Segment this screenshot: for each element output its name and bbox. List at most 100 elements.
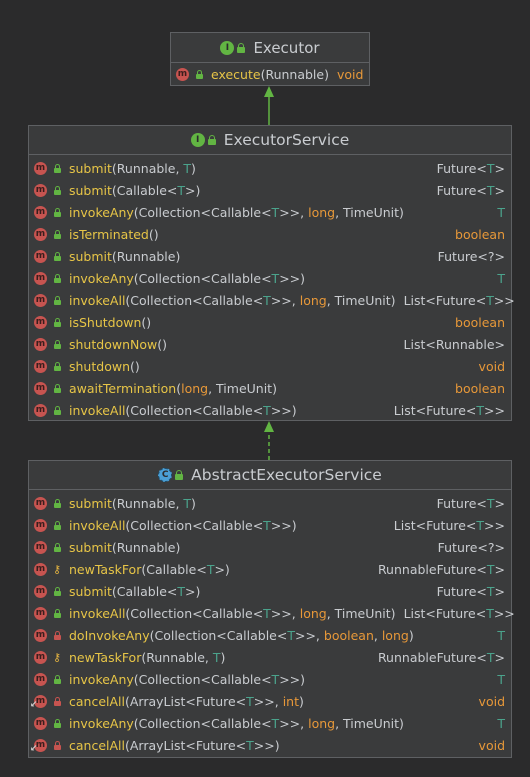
signature-part: >>, <box>279 715 309 731</box>
signature-part: >>, <box>294 627 324 643</box>
method-row[interactable]: m shutdown() void <box>29 355 511 377</box>
visibility-glyph <box>53 383 61 393</box>
method-signature: (Runnable, T) <box>112 161 196 176</box>
return-part: RunnableFuture< <box>377 649 487 665</box>
method-signature: (Callable<T>) <box>112 183 200 198</box>
method-row[interactable]: m submit (Callable<T>) Future<T> <box>29 179 511 201</box>
visibility-glyph <box>53 295 61 305</box>
return-part: T <box>497 270 505 286</box>
method-name: shutdown <box>69 358 130 374</box>
signature-part: T <box>263 402 271 418</box>
method-name: submit <box>69 583 112 599</box>
method-row[interactable]: m invokeAny (Collection<Callable<T>>, long… <box>29 201 511 223</box>
method-name: submit <box>69 248 112 264</box>
return-part: T <box>486 605 494 621</box>
signature-part: (Runnable) <box>260 66 329 82</box>
method-row[interactable]: m submit (Runnable) Future<?> <box>29 536 511 558</box>
method-signature: (Collection<Callable<T>>) <box>125 403 296 418</box>
method-row[interactable]: m isShutdown() boolean <box>29 311 511 333</box>
return-part: > <box>494 561 505 577</box>
method-row[interactable]: m invokeAll (Collection<Callable<T>>) List<… <box>29 514 511 536</box>
method-row[interactable]: m invokeAny (Collection<Callable<T>>) T <box>29 668 511 690</box>
method-return-type: boolean <box>455 380 505 396</box>
method-row[interactable]: m doInvokeAny (Collection<Callable<T>>, bo… <box>29 624 511 646</box>
method-icon: m <box>34 518 47 532</box>
method-name: awaitTermination <box>69 380 177 396</box>
visibility-glyph <box>53 317 61 327</box>
signature-part: T <box>263 292 271 308</box>
method-return-type: T <box>489 628 505 643</box>
method-name: cancelAll <box>69 737 125 753</box>
interface-icon: I <box>190 133 205 147</box>
interface-icon: I <box>220 40 235 55</box>
method-row[interactable]: m submit (Runnable, T) Future<T> <box>29 157 511 179</box>
executor-service-header: I ExecutorService <box>29 126 511 155</box>
method-signature: (Runnable) <box>112 249 180 264</box>
return-part: T <box>476 402 485 418</box>
method-row[interactable]: m submit (Runnable) Future<?> <box>29 245 511 267</box>
executor-title: Executor <box>253 38 320 57</box>
public-lock-icon <box>51 405 63 415</box>
public-lock-icon <box>51 185 63 195</box>
method-return-type: void <box>336 66 364 82</box>
method-row[interactable]: m ⚷ newTaskFor (Callable<T>) RunnableFuture<… <box>29 558 511 580</box>
signature-part: , <box>373 627 382 643</box>
method-row[interactable]: m ⚷ newTaskFor (Runnable, T) RunnableFuture<… <box>29 646 511 668</box>
signature-part: T <box>183 495 192 511</box>
signature-part: (ArrayList<Future< <box>125 737 247 753</box>
method-row[interactable]: m execute (Runnable) void <box>171 63 369 85</box>
return-part: > <box>494 182 505 198</box>
visibility-glyph <box>53 542 61 552</box>
method-row[interactable]: m cancelAll(ArrayList<Future<T>>) void <box>29 734 511 756</box>
signature-part: long <box>308 715 336 731</box>
signature-part: ) <box>191 495 196 511</box>
abstract-executor-service-class-box[interactable]: C AbstractExecutorService m submit (Runnab… <box>28 460 515 758</box>
executor-service-class-box[interactable]: I ExecutorService m submit (Runnable, T) Fu… <box>28 125 515 421</box>
method-name: invokeAny <box>69 671 134 687</box>
method-icon: m <box>34 496 47 510</box>
method-icon: m <box>34 315 47 329</box>
method-icon: m <box>34 271 47 285</box>
method-return-type: List<Future<T>> <box>396 606 515 621</box>
visibility-glyph: ⚷ <box>52 562 62 576</box>
public-lock-icon <box>51 273 63 283</box>
private-lock-icon <box>51 696 63 706</box>
method-row[interactable]: m invokeAll (Collection<Callable<T>>, long… <box>29 602 515 624</box>
method-row[interactable]: m shutdownNow() List<Runnable> <box>29 333 511 355</box>
return-part: Future<?> <box>437 539 505 555</box>
method-row[interactable]: m invokeAll (Collection<Callable<T>>, long… <box>29 289 515 311</box>
method-signature: () <box>149 227 159 242</box>
public-lock-icon <box>237 42 246 53</box>
return-part: T <box>486 561 495 577</box>
method-icon: m <box>34 205 47 219</box>
signature-part: (Collection<Callable< <box>125 402 264 418</box>
method-name: isShutdown <box>69 314 142 330</box>
method-icon: m <box>34 403 47 417</box>
method-signature: (long, TimeUnit) <box>176 381 277 396</box>
visibility-glyph <box>53 586 61 596</box>
method-name: submit <box>69 160 112 176</box>
method-row[interactable]: m submit (Callable<T>) Future<T> <box>29 580 511 602</box>
signature-part: (Collection<Callable< <box>125 605 264 621</box>
visibility-glyph <box>53 273 61 283</box>
visibility-glyph <box>53 163 61 173</box>
method-row[interactable]: m awaitTermination (long, TimeUnit) boolean <box>29 377 511 399</box>
method-row[interactable]: m invokeAny (Collection<Callable<T>>, long… <box>29 712 511 734</box>
signature-part: long <box>381 627 409 643</box>
method-name: invokeAll <box>69 402 126 418</box>
method-icon: m <box>34 628 47 642</box>
method-row[interactable]: m invokeAll (Collection<Callable<T>>) List<… <box>29 399 511 421</box>
executor-class-box[interactable]: I Executor m execute (Runnable) void <box>170 32 370 86</box>
signature-part: >>, <box>279 204 309 220</box>
signature-part: , TimeUnit) <box>335 204 404 220</box>
method-name: invokeAny <box>69 270 134 286</box>
method-signature: (Collection<Callable<T>>, long, TimeUnit… <box>134 716 404 731</box>
signature-part: T <box>246 693 254 709</box>
signature-part: long <box>181 380 209 396</box>
visibility-glyph <box>195 69 203 79</box>
visibility-glyph: ⚷ <box>52 650 62 664</box>
method-row[interactable]: m invokeAny (Collection<Callable<T>>) T <box>29 267 511 289</box>
method-row[interactable]: m cancelAll(ArrayList<Future<T>>, int) voi… <box>29 690 511 712</box>
method-row[interactable]: m isTerminated() boolean <box>29 223 511 245</box>
method-row[interactable]: m submit (Runnable, T) Future<T> <box>29 492 511 514</box>
